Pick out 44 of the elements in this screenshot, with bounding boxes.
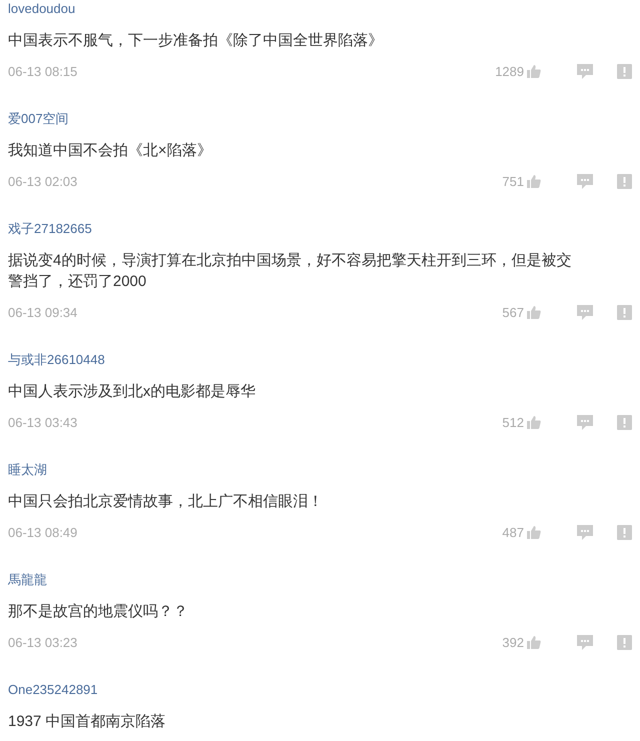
comment-time: 06-13 08:49 — [8, 524, 78, 540]
like-count: 567 — [502, 304, 524, 320]
comment-time: 06-13 08:15 — [8, 64, 78, 78]
user-name-link[interactable]: One235242891 — [8, 681, 98, 699]
report-icon[interactable] — [617, 634, 632, 650]
user-name-link[interactable]: 馬龍龍 — [8, 571, 47, 589]
comment-icon[interactable] — [577, 524, 593, 540]
user-name-link[interactable]: lovedoudou — [8, 0, 76, 18]
report-icon[interactable] — [617, 64, 632, 78]
comment-text: 1937 中国首都南京陷落 — [8, 712, 167, 732]
comment-text: 据说变4的时候，导演打算在北京拍中国场景，好不容易把擎天柱开到三环，但是被交警挡了，还罚了2000 — [8, 251, 572, 292]
comment-text: 我知道中国不会拍《北×陷落》 — [8, 141, 213, 161]
report-icon[interactable] — [617, 524, 632, 540]
comment-icon[interactable] — [577, 304, 593, 320]
report-icon[interactable] — [617, 414, 632, 430]
thumbs-up-icon[interactable] — [527, 415, 541, 429]
comment-time: 06-13 09:34 — [8, 304, 78, 320]
like-count: 392 — [502, 634, 524, 650]
comment-text: 中国只会拍北京爱情故事，北上广不相信眼泪！ — [8, 492, 324, 512]
comment-icon[interactable] — [577, 414, 593, 430]
user-name-link[interactable]: 睡太湖 — [8, 461, 47, 479]
user-name-link[interactable]: 与或非26610448 — [8, 351, 105, 369]
like-count: 487 — [502, 524, 524, 540]
thumbs-up-icon[interactable] — [527, 635, 541, 649]
comment-text: 中国表示不服气，下一步准备拍《除了中国全世界陷落》 — [8, 31, 384, 51]
thumbs-up-icon[interactable] — [527, 64, 541, 78]
report-icon[interactable] — [617, 304, 632, 320]
user-name-link[interactable]: 爱007空间 — [8, 110, 69, 128]
comment-icon[interactable] — [577, 174, 593, 188]
comment-time: 06-13 02:03 — [8, 174, 78, 188]
comment-time: 06-13 03:43 — [8, 414, 78, 430]
comment-time: 06-13 03:23 — [8, 634, 78, 650]
comment-icon[interactable] — [577, 64, 593, 78]
thumbs-up-icon[interactable] — [527, 525, 541, 539]
report-icon[interactable] — [617, 174, 632, 188]
comment-icon[interactable] — [577, 634, 593, 650]
comment-text: 中国人表示涉及到北x的电影都是辱华 — [8, 382, 256, 402]
user-name-link[interactable]: 戏子27182665 — [8, 220, 92, 238]
like-count: 1289 — [495, 64, 524, 78]
comment-text: 那不是故宫的地震仪吗？？ — [8, 602, 189, 622]
like-count: 751 — [502, 174, 524, 188]
thumbs-up-icon[interactable] — [527, 305, 541, 319]
thumbs-up-icon[interactable] — [527, 174, 541, 188]
like-count: 512 — [502, 414, 524, 430]
